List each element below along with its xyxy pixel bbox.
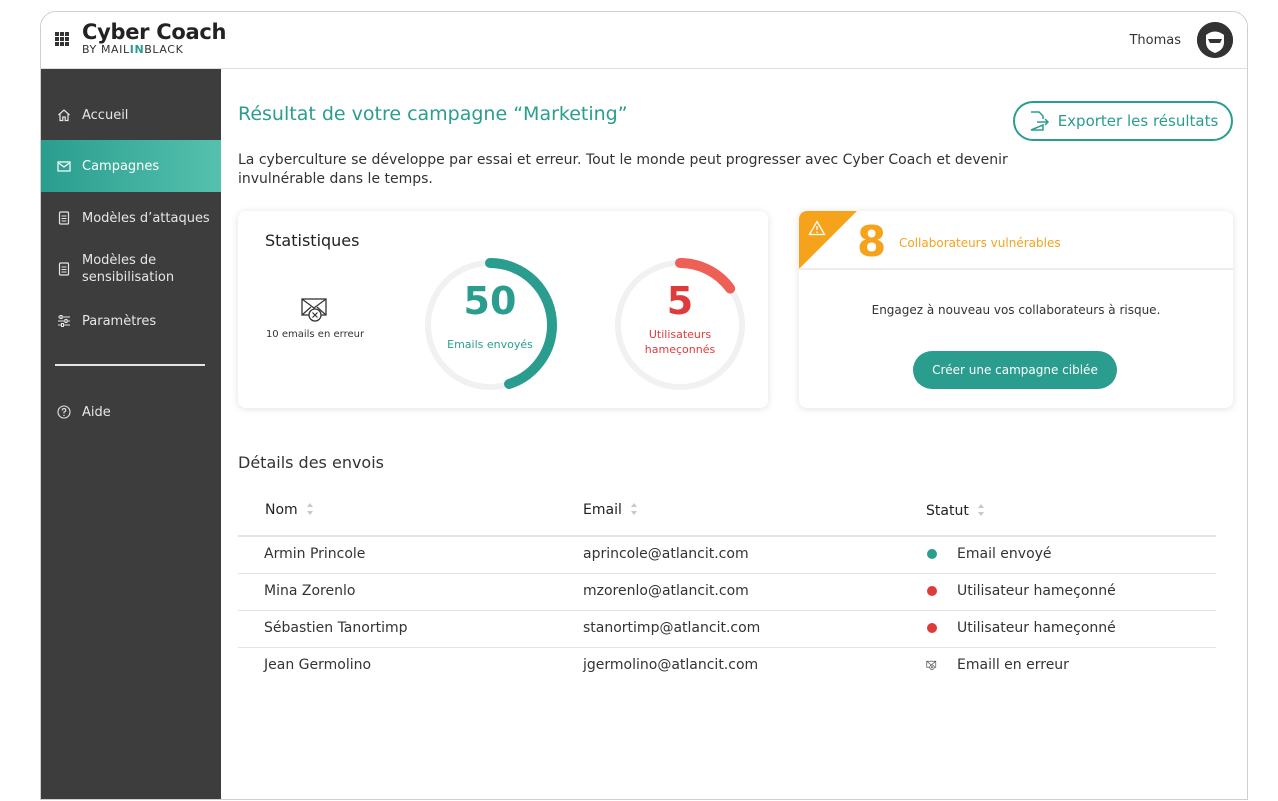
sidebar-item-accueil[interactable]: Accueil xyxy=(41,89,221,141)
emails-sent-gauge: 50 Emails envoyés xyxy=(422,257,558,393)
column-header-statut[interactable]: Statut xyxy=(926,502,985,520)
sidebar-item-label: Accueil xyxy=(82,107,129,123)
top-bar: Cyber Coach BY MAILINBLACK Thomas xyxy=(41,12,1247,69)
brand-logo[interactable]: Cyber Coach BY MAILINBLACK xyxy=(82,20,226,56)
row-email: aprincole@atlancit.com xyxy=(583,546,749,562)
sidebar-item-modeles-sensibilisation[interactable]: Modèles de sensibilisation xyxy=(41,243,221,295)
row-email: mzorenlo@atlancit.com xyxy=(583,583,749,599)
main-content: Résultat de votre campagne “Marketing” E… xyxy=(221,69,1247,799)
sort-icon[interactable] xyxy=(977,502,985,520)
sidebar-item-label: Aide xyxy=(82,404,111,420)
mail-icon xyxy=(57,159,71,173)
re-engage-text: Engagez à nouveau vos collaborateurs à r… xyxy=(871,303,1161,317)
create-targeted-campaign-button[interactable]: Créer une campagne ciblée xyxy=(913,351,1117,389)
export-file-icon xyxy=(1028,111,1050,131)
document-icon xyxy=(57,262,71,276)
sidebar-item-label: Campagnes xyxy=(82,158,160,174)
sidebar-item-parametres[interactable]: Paramètres xyxy=(41,295,221,347)
table-row[interactable]: Sébastien Tanortimp stanortimp@atlancit.… xyxy=(238,611,1216,648)
sort-icon[interactable] xyxy=(630,501,638,519)
phished-users-value: 5 xyxy=(666,279,694,323)
apps-grid-icon[interactable] xyxy=(55,32,69,46)
brand-title: Cyber Coach xyxy=(82,20,227,44)
statistics-title: Statistiques xyxy=(265,231,360,250)
sidebar-item-label: Modèles de sensibilisation xyxy=(82,253,175,285)
mail-error-icon xyxy=(260,295,370,323)
table-row[interactable]: Armin Princole aprincole@atlancit.com Em… xyxy=(238,537,1216,574)
row-status: Email envoyé xyxy=(926,546,1052,562)
card-divider xyxy=(799,268,1233,270)
mail-error-icon xyxy=(926,658,938,672)
row-email: jgermolino@atlancit.com xyxy=(583,657,759,673)
table-row[interactable]: Jean Germolino jgermolino@atlancit.com E… xyxy=(238,648,1216,685)
row-status: Utilisateur hameçonné xyxy=(926,620,1116,636)
vulnerable-collaborators-card: 8 Collaborateurs vulnérables Engagez à n… xyxy=(799,211,1233,408)
warning-icon xyxy=(808,220,826,240)
sidebar-divider xyxy=(55,364,205,366)
row-status: Utilisateur hameçonné xyxy=(926,583,1116,599)
brand-subtitle: BY MAILINBLACK xyxy=(82,43,184,56)
status-phished-dot-icon xyxy=(926,586,938,596)
table-row[interactable]: Mina Zorenlo mzorenlo@atlancit.com Utili… xyxy=(238,574,1216,611)
emails-sent-value: 50 xyxy=(463,279,517,323)
table-header: Nom Email Statut xyxy=(238,489,1216,537)
sidebar-item-modeles-attaques[interactable]: Modèles d’attaques xyxy=(41,192,221,244)
row-name: Jean Germolino xyxy=(264,657,372,673)
status-phished-dot-icon xyxy=(926,623,938,633)
row-email: stanortimp@atlancit.com xyxy=(583,620,761,636)
sidebar-item-campagnes[interactable]: Campagnes xyxy=(41,140,221,192)
home-icon xyxy=(57,108,71,122)
avatar[interactable] xyxy=(1197,22,1233,58)
row-name: Mina Zorenlo xyxy=(264,583,356,599)
row-status: Emaill en erreur xyxy=(926,657,1069,673)
sidebar-item-label: Paramètres xyxy=(82,313,157,329)
help-icon xyxy=(57,405,71,419)
user-avatar-icon xyxy=(1197,22,1233,58)
email-errors-text: 10 emails en erreur xyxy=(265,329,365,340)
statistics-card: Statistiques 10 emails en erreur 50 Emai… xyxy=(238,211,768,408)
details-title: Détails des envois xyxy=(238,453,384,472)
email-errors-block: 10 emails en erreur xyxy=(260,295,370,340)
page-title: Résultat de votre campagne “Marketing” xyxy=(238,103,628,125)
sidebar-item-aide[interactable]: Aide xyxy=(41,386,221,438)
status-sent-dot-icon xyxy=(926,549,938,559)
app-window: Cyber Coach BY MAILINBLACK Thomas Accuei… xyxy=(40,11,1248,800)
phished-users-gauge: 5 Utilisateurs hameçonnés xyxy=(612,257,748,393)
phished-users-label: Utilisateurs hameçonnés xyxy=(644,328,716,356)
vulnerable-count: 8 xyxy=(857,217,887,266)
row-name: Armin Princole xyxy=(264,546,366,562)
export-button-label: Exporter les résultats xyxy=(1057,112,1219,130)
emails-sent-label: Emails envoyés xyxy=(447,338,533,351)
sort-icon[interactable] xyxy=(306,501,314,519)
export-results-button[interactable]: Exporter les résultats xyxy=(1013,101,1233,141)
document-icon xyxy=(57,211,71,225)
sliders-icon xyxy=(57,314,71,328)
vulnerable-label: Collaborateurs vulnérables xyxy=(899,236,1061,250)
sidebar: Accueil Campagnes Modèles d’attaques Mod… xyxy=(41,69,221,799)
user-name[interactable]: Thomas xyxy=(1129,33,1181,48)
row-name: Sébastien Tanortimp xyxy=(264,620,408,636)
column-header-email[interactable]: Email xyxy=(583,501,638,519)
column-header-nom[interactable]: Nom xyxy=(265,501,314,519)
sidebar-item-label: Modèles d’attaques xyxy=(82,210,210,226)
intro-text: La cyberculture se développe par essai e… xyxy=(238,152,1008,187)
